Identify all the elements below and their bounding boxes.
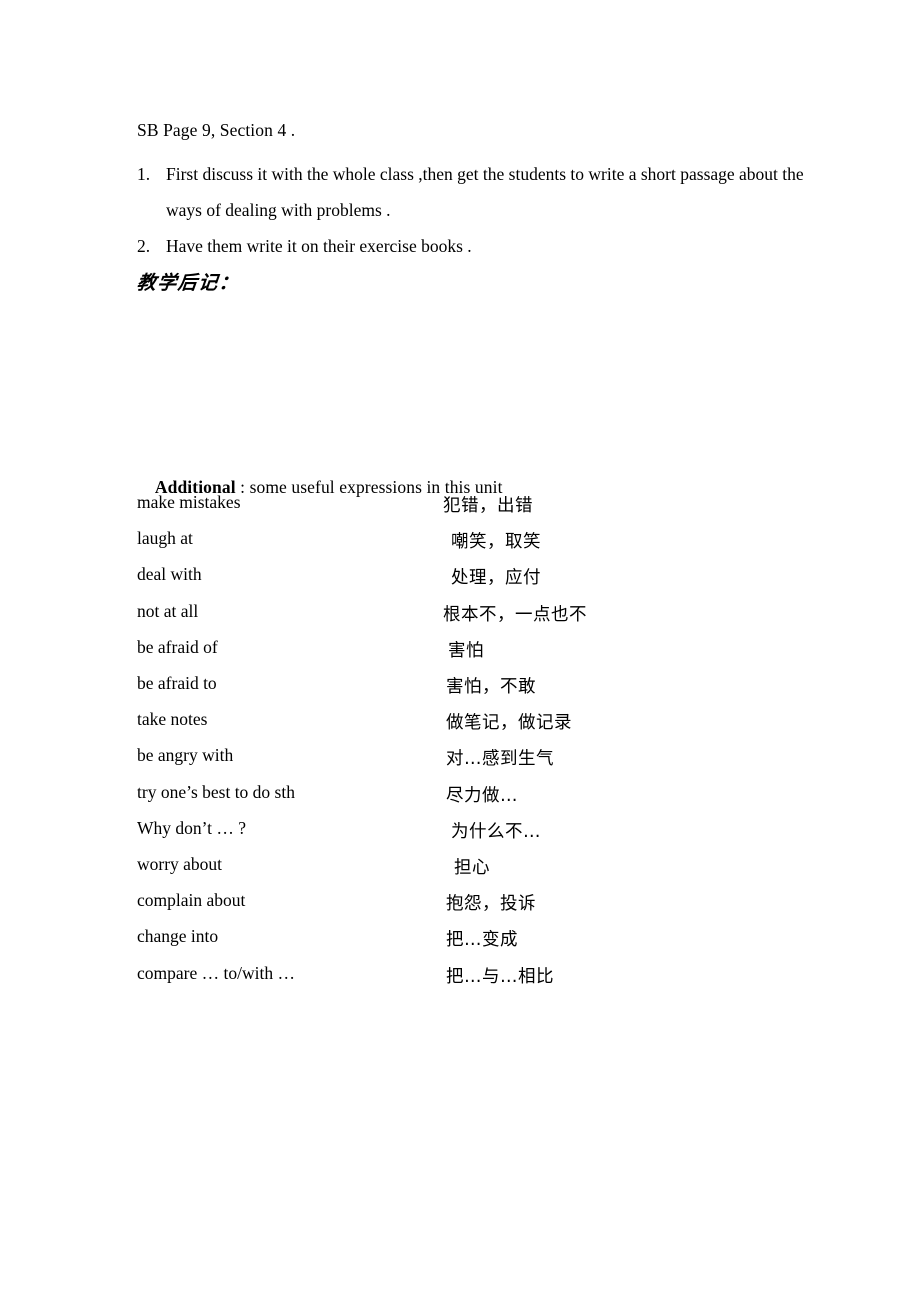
glossary-row: make mistakes 犯错，出错 <box>0 492 920 528</box>
glossary-chinese: 犯错，出错 <box>443 496 533 516</box>
glossary-chinese: 抱怨，投诉 <box>446 894 536 915</box>
glossary-english: not at all <box>137 600 199 621</box>
glossary-row: try one’s best to do sth 尽力做… <box>0 782 920 818</box>
glossary-english: be angry with <box>137 745 234 766</box>
glossary-english: change into <box>137 926 219 947</box>
glossary-english: Why don’t … ? <box>137 817 247 838</box>
glossary-row: laugh at 嘲笑，取笑 <box>0 528 920 564</box>
instruction-text-2: Have them write it on their exercise boo… <box>166 236 472 256</box>
glossary-row: worry about 担心 <box>0 854 920 890</box>
glossary-english: try one’s best to do sth <box>137 781 295 802</box>
glossary-english: be afraid of <box>137 636 218 657</box>
glossary-chinese: 害怕，不敢 <box>446 677 536 697</box>
glossary-row: change into 把…变成 <box>0 926 920 962</box>
glossary-english: laugh at <box>137 528 193 549</box>
glossary-row: be angry with 对…感到生气 <box>0 745 920 781</box>
glossary-english: be afraid to <box>137 673 217 693</box>
glossary-row: be afraid to 害怕，不敢 <box>0 673 920 709</box>
glossary-chinese: 做笔记，做记录 <box>446 713 572 734</box>
glossary-row: take notes 做笔记，做记录 <box>0 709 920 745</box>
glossary-chinese: 嘲笑，取笑 <box>451 532 541 553</box>
glossary-chinese: 对…感到生气 <box>446 749 554 770</box>
glossary-chinese: 根本不，一点也不 <box>443 604 587 625</box>
section-header: SB Page 9, Section 4 . <box>137 120 296 140</box>
glossary-english: take notes <box>137 709 208 730</box>
glossary-row: be afraid of 害怕 <box>0 637 920 673</box>
glossary-chinese: 尽力做… <box>446 785 518 806</box>
glossary-row: compare … to/with … 把…与…相比 <box>0 963 920 999</box>
glossary-chinese: 处理，应付 <box>451 568 541 589</box>
glossary-chinese: 害怕 <box>448 640 484 661</box>
teaching-notes-heading: 教学后记： <box>135 272 241 294</box>
glossary-row: Why don’t … ? 为什么不… <box>0 818 920 854</box>
glossary-row: complain about 抱怨，投诉 <box>0 890 920 926</box>
document-page: SB Page 9, Section 4 . 1. First discuss … <box>0 0 920 1302</box>
glossary-english: worry about <box>137 854 223 874</box>
glossary-chinese: 把…变成 <box>446 930 518 951</box>
instruction-item-2: 2. Have them write it on their exercise … <box>137 228 837 264</box>
glossary-row: not at all 根本不，一点也不 <box>0 601 920 637</box>
glossary-english: make mistakes <box>137 492 241 512</box>
glossary-chinese: 为什么不… <box>451 821 541 842</box>
glossary-english: deal with <box>137 564 202 585</box>
glossary-row: deal with 处理，应付 <box>0 564 920 600</box>
glossary-chinese: 把…与…相比 <box>446 966 554 987</box>
glossary-english: compare … to/with … <box>137 962 295 983</box>
glossary-chinese: 担心 <box>454 858 490 878</box>
instruction-text-1: First discuss it with the whole class ,t… <box>166 164 804 220</box>
glossary-english: complain about <box>137 890 246 911</box>
instruction-number-2: 2. <box>137 236 151 256</box>
instruction-number-1: 1. <box>137 164 151 184</box>
instruction-item-1: 1. First discuss it with the whole class… <box>137 156 837 228</box>
